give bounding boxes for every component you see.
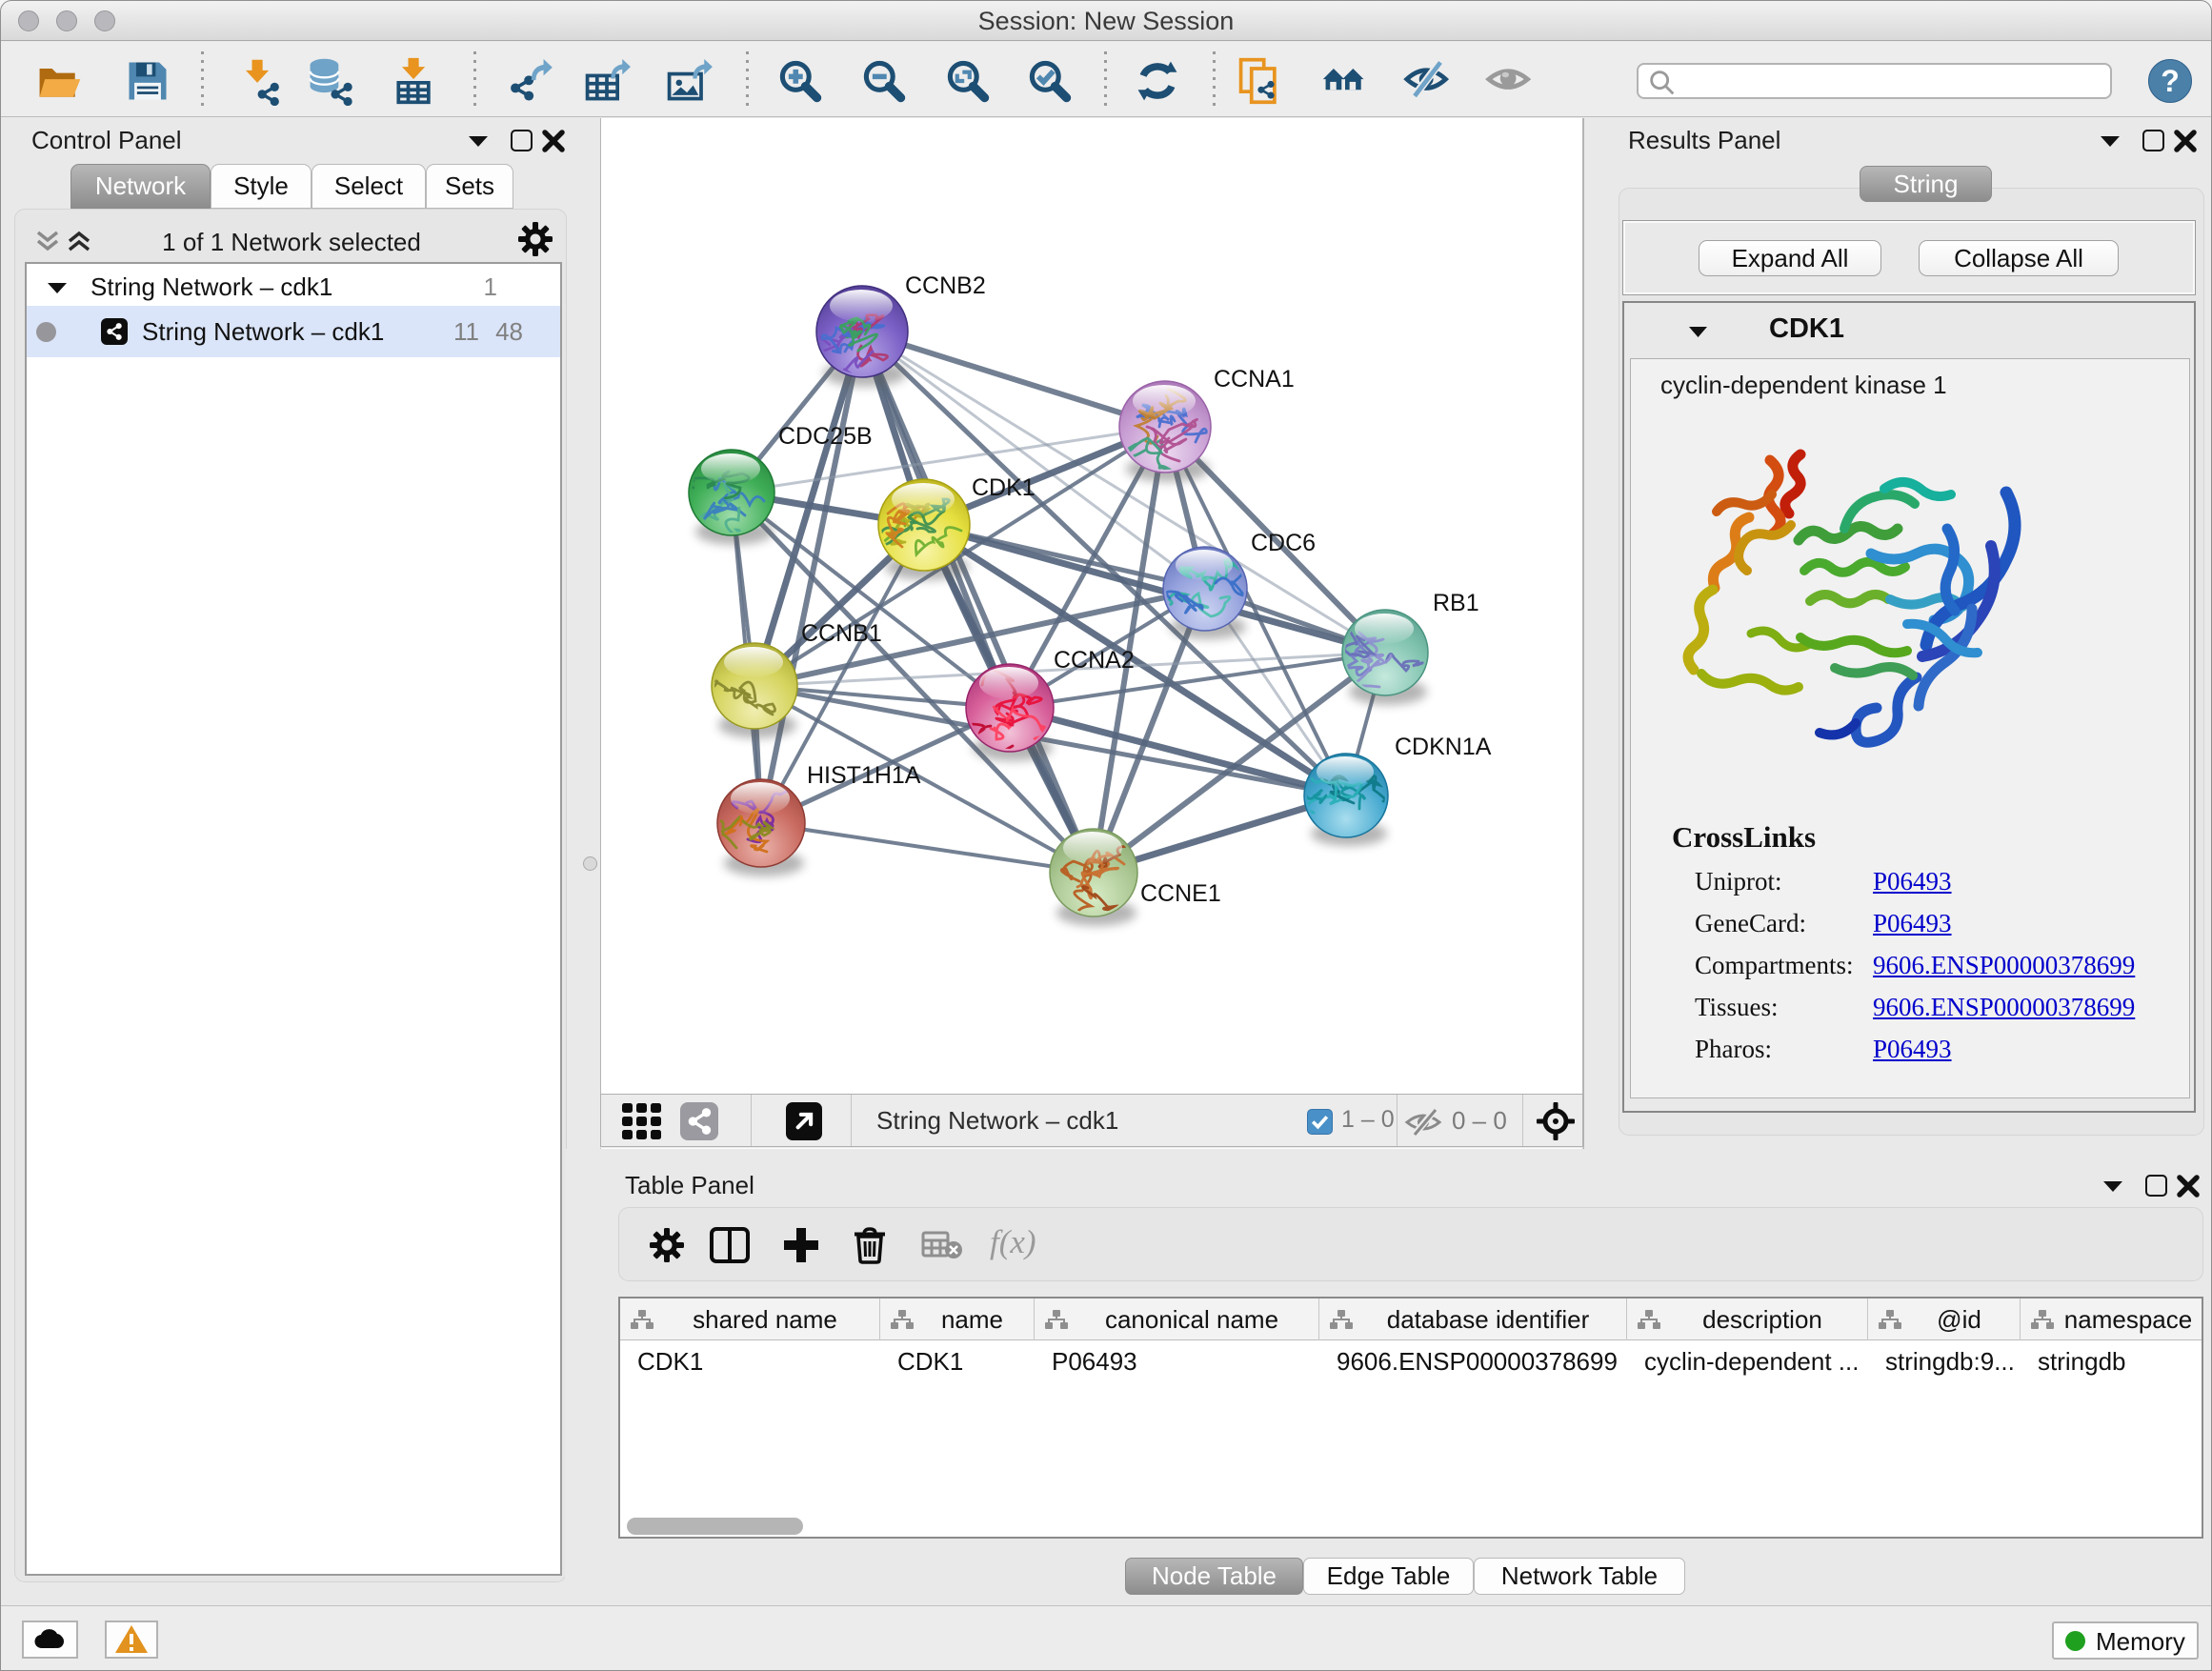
svg-text:CDKN1A: CDKN1A [1395, 734, 1492, 760]
svg-text:CCNA2: CCNA2 [1054, 647, 1135, 674]
svg-text:CCNA1: CCNA1 [1214, 366, 1295, 393]
svg-text:CDC6: CDC6 [1251, 530, 1316, 556]
svg-text:CCNE1: CCNE1 [1140, 880, 1221, 907]
svg-text:CCNB1: CCNB1 [801, 620, 882, 647]
svg-text:CCNB2: CCNB2 [905, 272, 986, 299]
svg-text:CDC25B: CDC25B [778, 423, 873, 450]
svg-text:HIST1H1A: HIST1H1A [807, 762, 921, 789]
svg-text:CDK1: CDK1 [972, 474, 1036, 501]
svg-text:RB1: RB1 [1433, 590, 1479, 616]
